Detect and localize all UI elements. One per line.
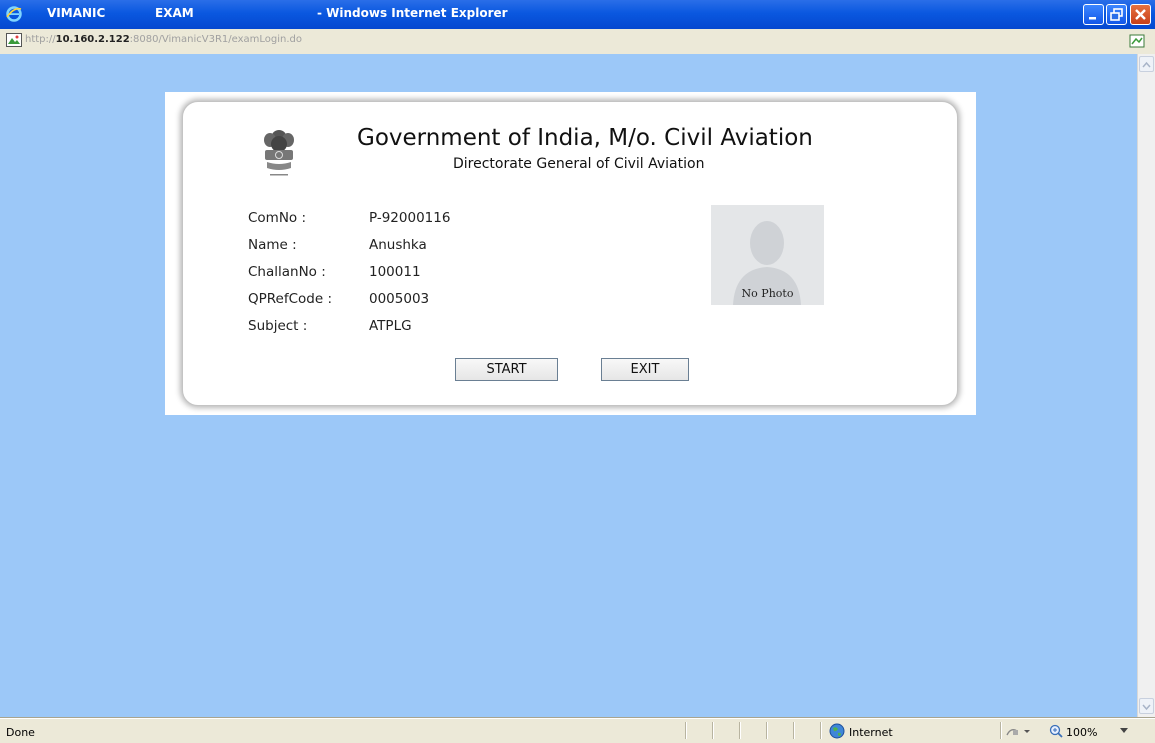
url-path: :8080/VimanicV3R1/examLogin.do: [129, 34, 303, 45]
name-label: Name :: [248, 237, 297, 253]
minimize-button[interactable]: [1083, 4, 1104, 25]
close-icon: [1135, 9, 1146, 20]
restore-button[interactable]: [1106, 4, 1127, 25]
url-prefix: http://: [25, 34, 56, 45]
status-divider: [1000, 722, 1001, 739]
chevron-up-icon: [1142, 61, 1151, 68]
window-title-app: VIMANIC: [47, 6, 106, 20]
globe-icon: [829, 723, 845, 739]
organization-subtitle: Directorate General of Civil Aviation: [453, 156, 705, 172]
window-title-browser: - Windows Internet Explorer: [317, 6, 508, 20]
scroll-up-button[interactable]: [1139, 56, 1154, 72]
security-zone-label: Internet: [849, 726, 893, 739]
organization-title: Government of India, M/o. Civil Aviation: [357, 125, 813, 151]
address-url[interactable]: http://10.160.2.122:8080/VimanicV3R1/exa…: [25, 34, 302, 45]
subject-value: ATPLG: [369, 318, 412, 334]
status-divider: [793, 722, 794, 739]
qprefcode-value: 0005003: [369, 291, 430, 307]
protected-mode-icon[interactable]: [1005, 725, 1031, 737]
url-host: 10.160.2.122: [55, 34, 130, 45]
comno-value: P-92000116: [369, 210, 451, 226]
window-title-mid: EXAM: [155, 6, 194, 20]
window-titlebar: VIMANIC EXAM - Windows Internet Explorer: [0, 0, 1155, 29]
start-button[interactable]: START: [455, 358, 558, 381]
status-divider: [739, 722, 740, 739]
exit-button[interactable]: EXIT: [601, 358, 689, 381]
compatibility-view-icon[interactable]: [1129, 33, 1145, 49]
name-value: Anushka: [369, 237, 427, 253]
candidate-photo: No Photo: [711, 205, 824, 305]
status-bar: Done Internet 100%: [0, 718, 1155, 743]
scroll-down-button[interactable]: [1139, 698, 1154, 714]
address-bar[interactable]: http://10.160.2.122:8080/VimanicV3R1/exa…: [0, 29, 1155, 55]
no-photo-caption: No Photo: [741, 287, 794, 300]
qprefcode-label: QPRefCode :: [248, 291, 332, 307]
zoom-level[interactable]: 100%: [1066, 726, 1097, 739]
status-divider: [685, 722, 686, 739]
page-icon: [6, 33, 22, 47]
subject-label: Subject :: [248, 318, 308, 334]
challanno-label: ChallanNo :: [248, 264, 326, 280]
status-text: Done: [6, 726, 35, 739]
challanno-value: 100011: [369, 264, 421, 280]
zoom-icon[interactable]: [1049, 724, 1063, 738]
vertical-scrollbar[interactable]: [1137, 54, 1155, 718]
comno-label: ComNo :: [248, 210, 307, 226]
zoom-dropdown-icon[interactable]: [1120, 728, 1128, 734]
internet-explorer-icon: [6, 6, 22, 22]
status-divider: [766, 722, 767, 739]
restore-icon: [1110, 8, 1123, 21]
minimize-icon: [1089, 17, 1096, 20]
close-button[interactable]: [1130, 4, 1151, 25]
status-divider: [820, 722, 821, 739]
chevron-down-icon: [1142, 704, 1151, 711]
national-emblem-icon: [264, 130, 294, 176]
status-divider: [712, 722, 713, 739]
